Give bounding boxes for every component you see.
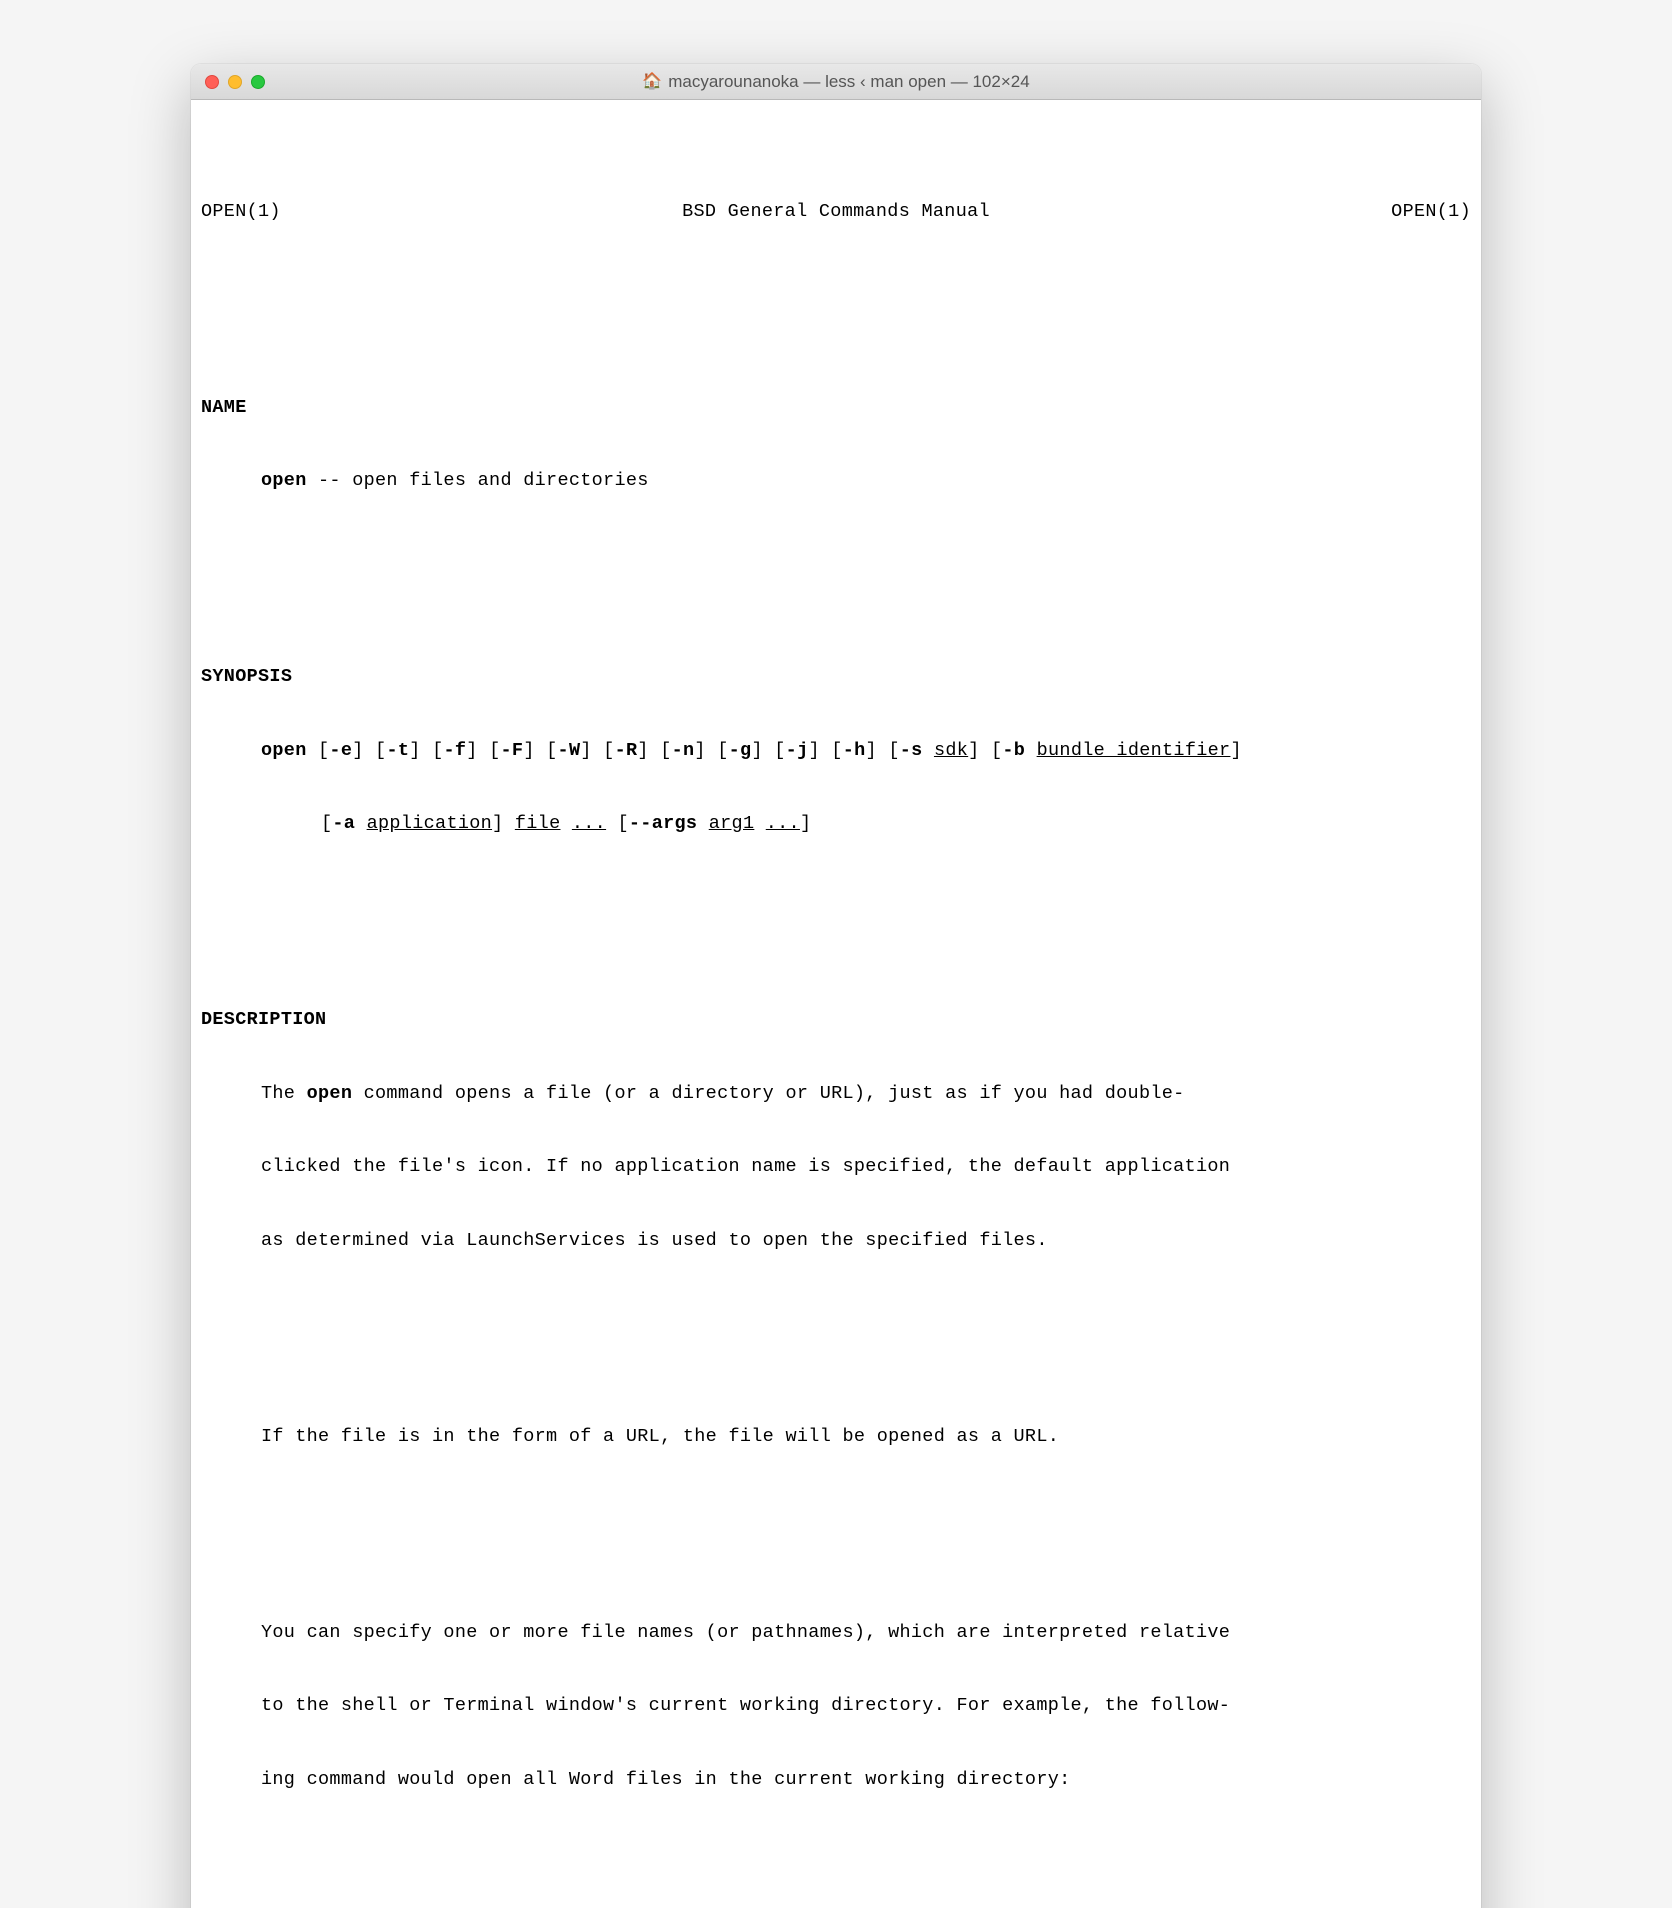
close-button[interactable] [205, 75, 219, 89]
window-titlebar[interactable]: 🏠 macyarounanoka — less ‹ man open — 102… [191, 64, 1481, 100]
section-name-body: open -- open files and directories [201, 469, 1471, 494]
desc-para3-line2: to the shell or Terminal window's curren… [201, 1694, 1471, 1719]
header-right: OPEN(1) [1391, 200, 1471, 225]
syn-cmd: open [261, 740, 307, 761]
window-title: 🏠 macyarounanoka — less ‹ man open — 102… [191, 72, 1481, 92]
name-cmd: open [261, 470, 307, 491]
desc-para2: If the file is in the form of a URL, the… [201, 1425, 1471, 1450]
window-title-text: macyarounanoka — less ‹ man open — 102×2… [668, 72, 1029, 92]
maximize-button[interactable] [251, 75, 265, 89]
desc-para3-line1: You can specify one or more file names (… [201, 1621, 1471, 1646]
desc-para1-line2: clicked the file's icon. If no applicati… [201, 1155, 1471, 1180]
name-desc: -- open files and directories [307, 470, 649, 491]
section-name-title: NAME [201, 396, 1471, 421]
manpage-header: OPEN(1) BSD General Commands Manual OPEN… [201, 182, 1471, 225]
terminal-window: 🏠 macyarounanoka — less ‹ man open — 102… [191, 64, 1481, 1908]
desc-para1-line1: The open command opens a file (or a dire… [201, 1082, 1471, 1107]
traffic-lights [205, 75, 265, 89]
synopsis-line1: open [-e] [-t] [-f] [-F] [-W] [-R] [-n] … [201, 739, 1471, 764]
header-left: OPEN(1) [201, 200, 281, 225]
terminal-content[interactable]: OPEN(1) BSD General Commands Manual OPEN… [191, 100, 1481, 1908]
synopsis-line2: [-a application] file ... [--args arg1 .… [201, 812, 1471, 837]
desc-para3-line3: ing command would open all Word files in… [201, 1768, 1471, 1793]
desc-para1-line3: as determined via LaunchServices is used… [201, 1229, 1471, 1254]
section-synopsis-title: SYNOPSIS [201, 665, 1471, 690]
minimize-button[interactable] [228, 75, 242, 89]
home-icon: 🏠 [642, 74, 662, 90]
header-center: BSD General Commands Manual [281, 200, 1391, 225]
section-description-title: DESCRIPTION [201, 1008, 1471, 1033]
